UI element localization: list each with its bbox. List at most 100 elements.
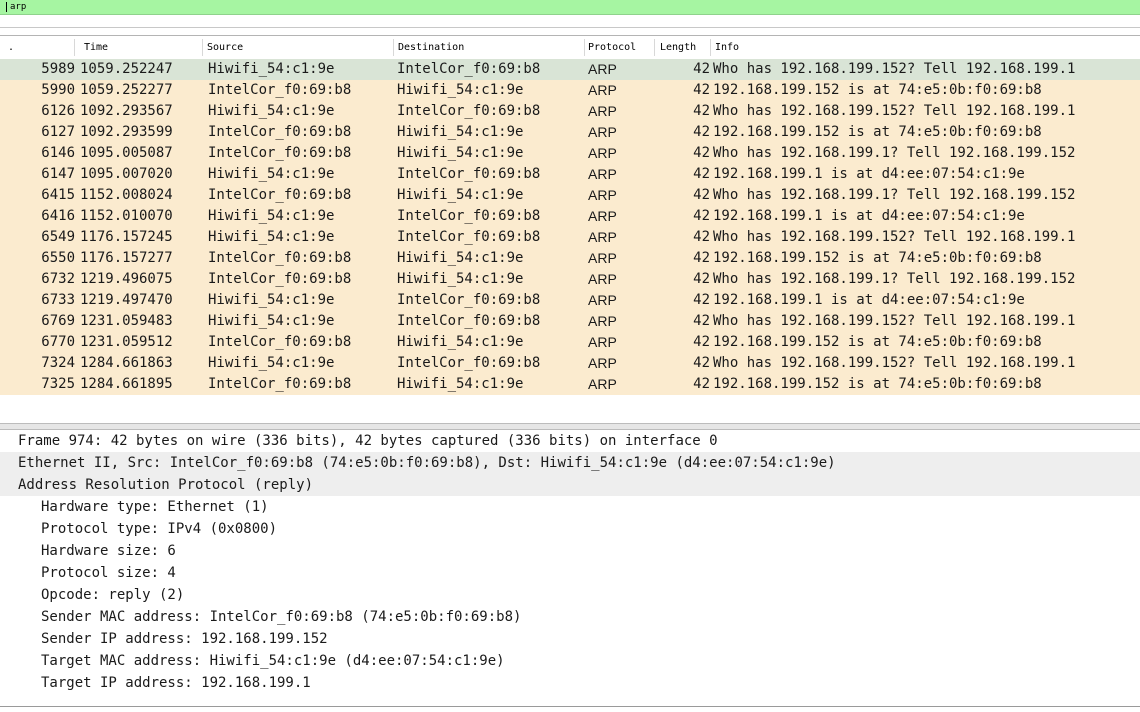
packet-time: 1059.252277 xyxy=(80,82,173,98)
packet-length: 42 xyxy=(693,103,710,119)
packet-source: IntelCor_f0:69:b8 xyxy=(208,187,352,203)
packet-info: 192.168.199.1 is at d4:ee:07:54:c1:9e xyxy=(713,208,1025,224)
details-ethernet-line[interactable]: Ethernet II, Src: IntelCor_f0:69:b8 (74:… xyxy=(0,452,1140,474)
details-arp-field[interactable]: Target MAC address: Hiwifi_54:c1:9e (d4:… xyxy=(0,650,1140,672)
packet-destination: IntelCor_f0:69:b8 xyxy=(397,292,541,308)
packet-row[interactable]: 6770 1231.059512 IntelCor_f0:69:b8 Hiwifi_5… xyxy=(0,332,1140,353)
column-header-length[interactable]: Length xyxy=(660,36,696,59)
packet-protocol: ARP xyxy=(588,208,617,224)
details-frame-line[interactable]: Frame 974: 42 bytes on wire (336 bits), … xyxy=(0,430,1140,452)
packet-info: Who has 192.168.199.1? Tell 192.168.199.… xyxy=(713,187,1076,203)
packet-protocol: ARP xyxy=(588,376,617,392)
packet-number: 6549 xyxy=(41,229,75,245)
details-arp-field[interactable]: Target IP address: 192.168.199.1 xyxy=(0,672,1140,694)
packet-time: 1231.059512 xyxy=(80,334,173,350)
packet-info: 192.168.199.152 is at 74:e5:0b:f0:69:b8 xyxy=(713,124,1042,140)
packet-destination: Hiwifi_54:c1:9e xyxy=(397,250,524,266)
packet-length: 42 xyxy=(693,334,710,350)
column-header-destination[interactable]: Destination xyxy=(398,36,464,59)
details-arp-line[interactable]: Address Resolution Protocol (reply) xyxy=(0,474,1140,496)
packet-info: Who has 192.168.199.152? Tell 192.168.19… xyxy=(713,313,1076,329)
packet-row[interactable]: 6146 1095.005087 IntelCor_f0:69:b8 Hiwifi_5… xyxy=(0,143,1140,164)
packet-number: 6147 xyxy=(41,166,75,182)
packet-protocol: ARP xyxy=(588,187,617,203)
packet-time: 1152.008024 xyxy=(80,187,173,203)
packet-row[interactable]: 6733 1219.497470 Hiwifi_54:c1:9e IntelCor_f… xyxy=(0,290,1140,311)
packet-row[interactable]: 6127 1092.293599 IntelCor_f0:69:b8 Hiwifi_5… xyxy=(0,122,1140,143)
packet-time: 1284.661863 xyxy=(80,355,173,371)
column-separator[interactable] xyxy=(74,39,75,56)
packet-source: Hiwifi_54:c1:9e xyxy=(208,208,335,224)
packet-details-pane[interactable]: Frame 974: 42 bytes on wire (336 bits), … xyxy=(0,430,1140,710)
packet-list[interactable]: 5989 1059.252247 Hiwifi_54:c1:9e IntelCor_f… xyxy=(0,59,1140,421)
column-separator[interactable] xyxy=(584,39,585,56)
packet-row[interactable]: 7325 1284.661895 IntelCor_f0:69:b8 Hiwifi_5… xyxy=(0,374,1140,395)
pane-splitter[interactable] xyxy=(0,423,1140,430)
details-arp-field[interactable]: Protocol type: IPv4 (0x0800) xyxy=(0,518,1140,540)
packet-destination: Hiwifi_54:c1:9e xyxy=(397,376,524,392)
packet-length: 42 xyxy=(693,313,710,329)
packet-row[interactable]: 6415 1152.008024 IntelCor_f0:69:b8 Hiwifi_5… xyxy=(0,185,1140,206)
packet-row[interactable]: 6769 1231.059483 Hiwifi_54:c1:9e IntelCor_f… xyxy=(0,311,1140,332)
details-arp-field[interactable]: Sender IP address: 192.168.199.152 xyxy=(0,628,1140,650)
packet-number: 6146 xyxy=(41,145,75,161)
packet-length: 42 xyxy=(693,376,710,392)
packet-row[interactable]: 6732 1219.496075 IntelCor_f0:69:b8 Hiwifi_5… xyxy=(0,269,1140,290)
packet-info: Who has 192.168.199.152? Tell 192.168.19… xyxy=(713,103,1076,119)
packet-time: 1176.157277 xyxy=(80,250,173,266)
packet-time: 1095.007020 xyxy=(80,166,173,182)
details-bottom-border xyxy=(0,706,1140,707)
packet-source: Hiwifi_54:c1:9e xyxy=(208,292,335,308)
packet-row[interactable]: 5990 1059.252277 IntelCor_f0:69:b8 Hiwifi_5… xyxy=(0,80,1140,101)
packet-destination: IntelCor_f0:69:b8 xyxy=(397,229,541,245)
details-arp-field[interactable]: Opcode: reply (2) xyxy=(0,584,1140,606)
column-header-info[interactable]: Info xyxy=(715,36,739,59)
packet-protocol: ARP xyxy=(588,103,617,119)
packet-row[interactable]: 6126 1092.293567 Hiwifi_54:c1:9e IntelCor_f… xyxy=(0,101,1140,122)
packet-row[interactable]: 6416 1152.010070 Hiwifi_54:c1:9e IntelCor_f… xyxy=(0,206,1140,227)
packet-destination: IntelCor_f0:69:b8 xyxy=(397,61,541,77)
column-header-time[interactable]: Time xyxy=(84,36,108,59)
packet-source: IntelCor_f0:69:b8 xyxy=(208,334,352,350)
packet-number: 6732 xyxy=(41,271,75,287)
packet-row[interactable]: 7324 1284.661863 Hiwifi_54:c1:9e IntelCor_f… xyxy=(0,353,1140,374)
column-header-source[interactable]: Source xyxy=(207,36,243,59)
packet-length: 42 xyxy=(693,229,710,245)
packet-row[interactable]: 5989 1059.252247 Hiwifi_54:c1:9e IntelCor_f… xyxy=(0,59,1140,80)
packet-number: 6416 xyxy=(41,208,75,224)
packet-source: Hiwifi_54:c1:9e xyxy=(208,103,335,119)
packet-info: 192.168.199.152 is at 74:e5:0b:f0:69:b8 xyxy=(713,82,1042,98)
display-filter-input[interactable] xyxy=(10,0,1130,14)
details-arp-field[interactable]: Protocol size: 4 xyxy=(0,562,1140,584)
packet-destination: IntelCor_f0:69:b8 xyxy=(397,355,541,371)
packet-time: 1092.293599 xyxy=(80,124,173,140)
packet-time: 1219.497470 xyxy=(80,292,173,308)
packet-row[interactable]: 6550 1176.157277 IntelCor_f0:69:b8 Hiwifi_5… xyxy=(0,248,1140,269)
column-separator[interactable] xyxy=(710,39,711,56)
packet-destination: Hiwifi_54:c1:9e xyxy=(397,271,524,287)
packet-number: 6127 xyxy=(41,124,75,140)
column-header-protocol[interactable]: Protocol xyxy=(588,36,636,59)
packet-length: 42 xyxy=(693,250,710,266)
packet-info: Who has 192.168.199.152? Tell 192.168.19… xyxy=(713,61,1076,77)
packet-info: 192.168.199.1 is at d4:ee:07:54:c1:9e xyxy=(713,166,1025,182)
packet-length: 42 xyxy=(693,271,710,287)
column-separator[interactable] xyxy=(202,39,203,56)
column-header-no[interactable]: . xyxy=(8,36,14,59)
packet-protocol: ARP xyxy=(588,166,617,182)
packet-destination: Hiwifi_54:c1:9e xyxy=(397,145,524,161)
packet-protocol: ARP xyxy=(588,145,617,161)
details-arp-field[interactable]: Sender MAC address: IntelCor_f0:69:b8 (7… xyxy=(0,606,1140,628)
packet-row[interactable]: 6147 1095.007020 Hiwifi_54:c1:9e IntelCor_f… xyxy=(0,164,1140,185)
packet-number: 5989 xyxy=(41,61,75,77)
column-separator[interactable] xyxy=(654,39,655,56)
packet-protocol: ARP xyxy=(588,313,617,329)
details-arp-field[interactable]: Hardware type: Ethernet (1) xyxy=(0,496,1140,518)
packet-length: 42 xyxy=(693,187,710,203)
packet-source: Hiwifi_54:c1:9e xyxy=(208,229,335,245)
details-arp-field[interactable]: Hardware size: 6 xyxy=(0,540,1140,562)
packet-row[interactable]: 6549 1176.157245 Hiwifi_54:c1:9e IntelCor_f… xyxy=(0,227,1140,248)
packet-protocol: ARP xyxy=(588,82,617,98)
text-caret xyxy=(6,2,7,12)
column-separator[interactable] xyxy=(393,39,394,56)
